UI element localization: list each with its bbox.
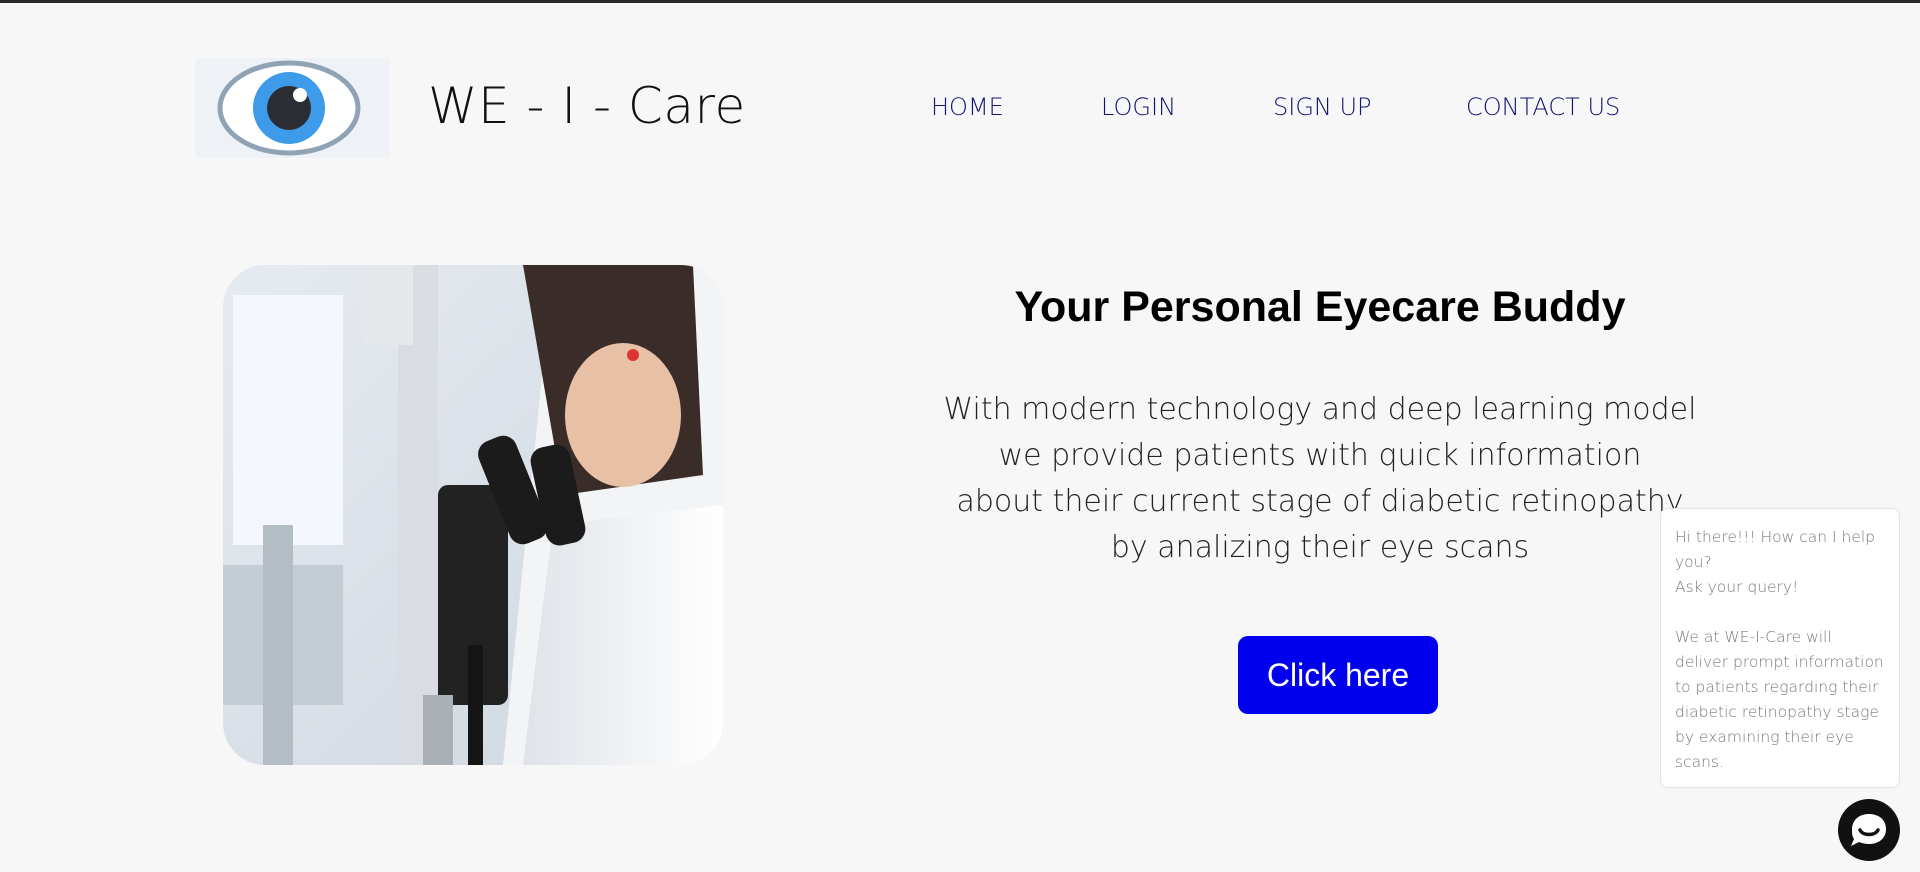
description-line: we provide patients with quick informati… bbox=[998, 438, 1642, 473]
hero-title: Your Personal Eyecare Buddy bbox=[1014, 283, 1626, 331]
nav-login[interactable]: LOGIN bbox=[1101, 93, 1176, 121]
logo[interactable] bbox=[195, 58, 390, 158]
chat-toggle-button[interactable] bbox=[1838, 799, 1900, 861]
description-line: by analizing their eye scans bbox=[1110, 530, 1530, 565]
nav-contact-us[interactable]: CONTACT US bbox=[1466, 93, 1620, 121]
hero-image bbox=[223, 265, 723, 765]
chat-popup: Hi there!!! How can I help you? Ask your… bbox=[1660, 508, 1900, 788]
chat-bubble-icon bbox=[1851, 814, 1886, 846]
nav-home[interactable]: HOME bbox=[931, 93, 1004, 121]
description-line: about their current stage of diabetic re… bbox=[956, 484, 1684, 519]
chat-prompt: Ask your query! bbox=[1675, 578, 1799, 596]
hero-description: With modern technology and deep learning… bbox=[880, 387, 1760, 571]
chat-greeting: Hi there!!! How can I help you? bbox=[1675, 528, 1875, 571]
chat-message: We at WE-I-Care will deliver prompt info… bbox=[1675, 628, 1884, 771]
description-line: With modern technology and deep learning… bbox=[943, 392, 1697, 427]
nav-sign-up[interactable]: SIGN UP bbox=[1273, 93, 1372, 121]
brand-name: WE - I - Care bbox=[428, 77, 746, 135]
eye-icon bbox=[217, 60, 361, 156]
click-here-button[interactable]: Click here bbox=[1238, 636, 1438, 714]
